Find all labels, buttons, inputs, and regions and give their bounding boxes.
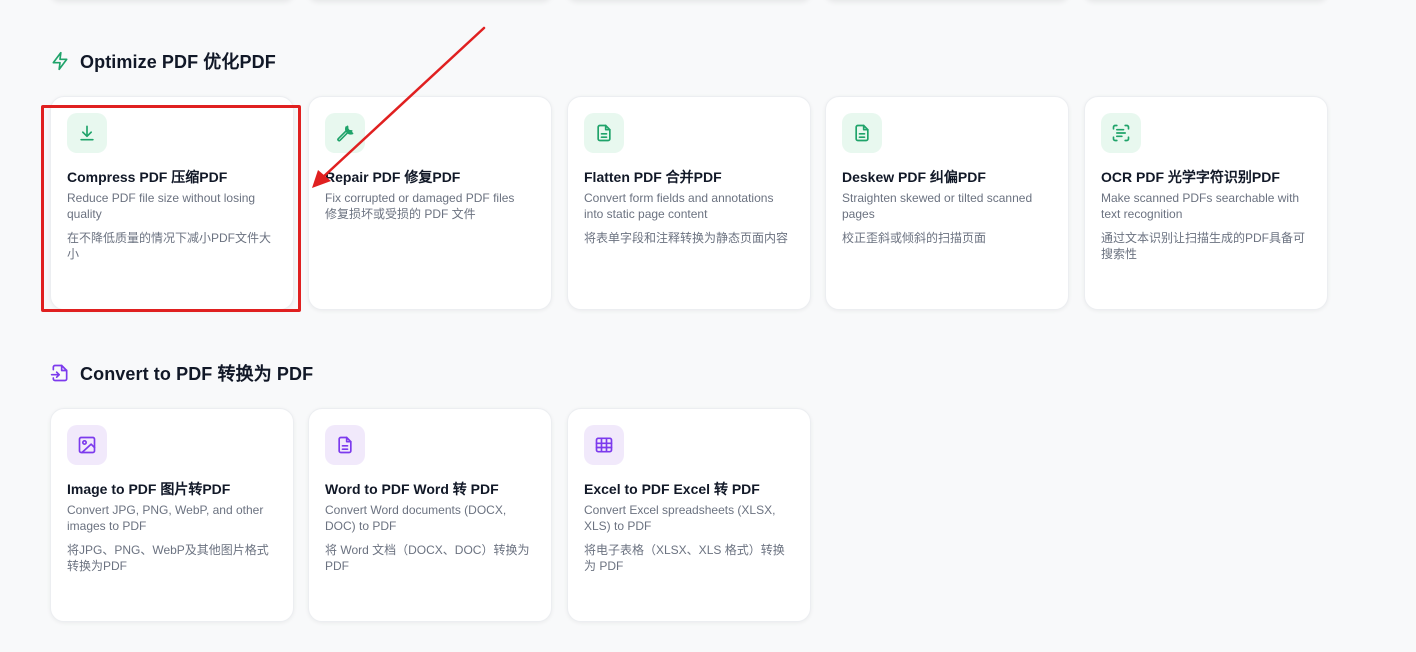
section-title: Convert to PDF 转换为 PDF bbox=[80, 364, 314, 384]
tool-card-description-zh: 将电子表格（XLSX、XLS 格式）转换为 PDF bbox=[584, 543, 785, 573]
file-import-icon bbox=[50, 363, 70, 383]
tool-card-title: OCR PDF 光学字符识别PDF bbox=[1101, 169, 1280, 185]
scan-text-icon bbox=[1101, 113, 1141, 153]
tool-card-description-zh: 将JPG、PNG、WebP及其他图片格式转换为PDF bbox=[67, 543, 269, 573]
document-icon bbox=[584, 113, 624, 153]
tool-card-description: Reduce PDF file size without losing qual… bbox=[67, 191, 256, 221]
table-icon bbox=[584, 425, 624, 465]
tool-card-title: Flatten PDF 合并PDF bbox=[584, 169, 722, 185]
document-icon bbox=[842, 113, 882, 153]
convert-section-header: Convert to PDF 转换为 PDF bbox=[50, 361, 313, 385]
tool-card-title: Image to PDF 图片转PDF bbox=[67, 481, 231, 497]
tool-card-description-zh: 将 Word 文档（DOCX、DOC）转换为 PDF bbox=[325, 543, 530, 573]
section-title: Optimize PDF 优化PDF bbox=[80, 52, 276, 72]
tool-card-description: Convert JPG, PNG, WebP, and other images… bbox=[67, 503, 264, 533]
tool-card-excel-to-pdf[interactable]: Excel to PDF Excel 转 PDF Convert Excel s… bbox=[567, 408, 811, 622]
tool-card-description-zh: 在不降低质量的情况下减小PDF文件大小 bbox=[67, 231, 272, 261]
download-icon bbox=[67, 113, 107, 153]
optimize-section-header: Optimize PDF 优化PDF bbox=[50, 49, 276, 73]
tool-card-compress-pdf[interactable]: Compress PDF 压缩PDF Reduce PDF file size … bbox=[50, 96, 294, 310]
tool-card-title: Excel to PDF Excel 转 PDF bbox=[584, 481, 760, 497]
wrench-icon bbox=[325, 113, 365, 153]
tool-card-deskew-pdf[interactable]: Deskew PDF 纠偏PDF Straighten skewed or ti… bbox=[825, 96, 1069, 310]
tool-card-image-to-pdf[interactable]: Image to PDF 图片转PDF Convert JPG, PNG, We… bbox=[50, 408, 294, 622]
tool-card-description: Convert form fields and annotations into… bbox=[584, 191, 774, 221]
tool-card-title: Word to PDF Word 转 PDF bbox=[325, 481, 499, 497]
tool-card-description-zh: 修复损坏或受损的 PDF 文件 bbox=[325, 207, 476, 221]
tool-card-description: Make scanned PDFs searchable with text r… bbox=[1101, 191, 1300, 221]
tool-card-description-zh: 通过文本识别让扫描生成的PDF具备可搜索性 bbox=[1101, 231, 1306, 261]
tool-card-description: Straighten skewed or tilted scanned page… bbox=[842, 191, 1033, 221]
tool-card-description-zh: 将表单字段和注释转换为静态页面内容 bbox=[584, 231, 789, 245]
tool-card-repair-pdf[interactable]: Repair PDF 修复PDF Fix corrupted or damage… bbox=[308, 96, 552, 310]
tool-card-description-zh: 校正歪斜或倾斜的扫描页面 bbox=[842, 231, 987, 245]
tool-card-description: Fix corrupted or damaged PDF files bbox=[325, 191, 515, 205]
tool-card-title: Compress PDF 压缩PDF bbox=[67, 169, 228, 185]
document-icon bbox=[325, 425, 365, 465]
tool-card-title: Repair PDF 修复PDF bbox=[325, 169, 461, 185]
image-icon bbox=[67, 425, 107, 465]
tool-card-flatten-pdf[interactable]: Flatten PDF 合并PDF Convert form fields an… bbox=[567, 96, 811, 310]
lightning-icon bbox=[50, 51, 70, 71]
tool-card-description: Convert Excel spreadsheets (XLSX, XLS) t… bbox=[584, 503, 776, 533]
tool-card-description: Convert Word documents (DOCX, DOC) to PD… bbox=[325, 503, 507, 533]
tool-card-title: Deskew PDF 纠偏PDF bbox=[842, 169, 986, 185]
tool-card-ocr-pdf[interactable]: OCR PDF 光学字符识别PDF Make scanned PDFs sear… bbox=[1084, 96, 1328, 310]
tool-card-word-to-pdf[interactable]: Word to PDF Word 转 PDF Convert Word docu… bbox=[308, 408, 552, 622]
